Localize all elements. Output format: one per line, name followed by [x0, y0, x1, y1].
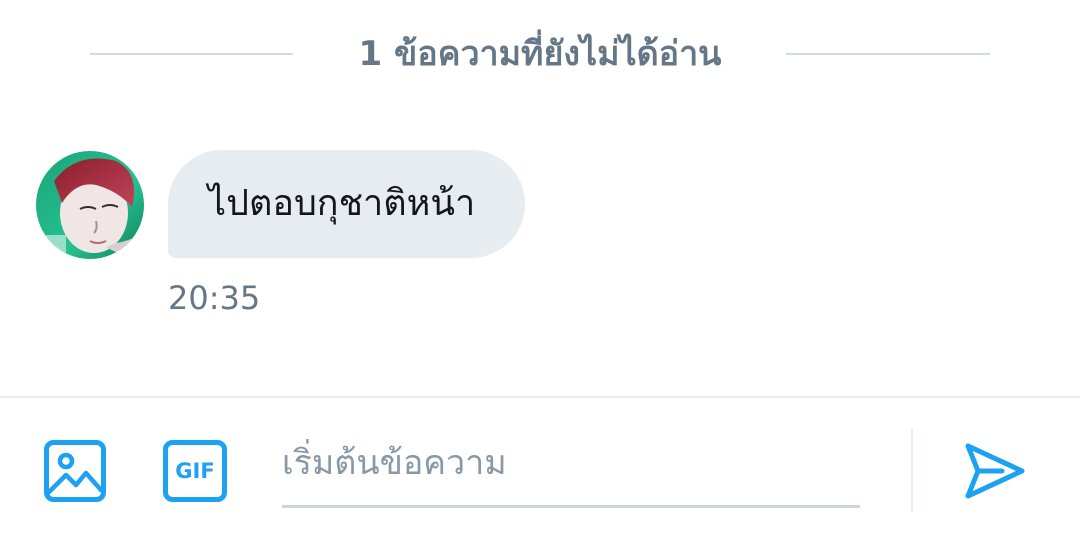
- message-input-wrapper: [282, 428, 860, 508]
- avatar-image: [36, 151, 144, 259]
- avatar[interactable]: [36, 151, 144, 259]
- unread-divider: 1 ข้อความที่ยังไม่ได้อ่าน: [0, 25, 1080, 83]
- gif-label: GIF: [175, 459, 215, 483]
- composer-separator: [911, 428, 913, 512]
- send-icon[interactable]: [962, 438, 1028, 504]
- message-input[interactable]: [282, 432, 860, 494]
- message-bubble[interactable]: ไปตอบกุชาติหน้า: [168, 150, 525, 258]
- gif-button[interactable]: GIF: [163, 440, 227, 502]
- image-icon[interactable]: [44, 440, 106, 502]
- message-composer: GIF: [0, 396, 1080, 537]
- unread-messages-label: 1 ข้อความที่ยังไม่ได้อ่าน: [358, 34, 722, 74]
- message-text: ไปตอบกุชาติหน้า: [208, 183, 476, 224]
- divider-line-left: [90, 53, 293, 55]
- divider-line-right: [786, 53, 990, 55]
- message-timestamp: 20:35: [168, 279, 261, 317]
